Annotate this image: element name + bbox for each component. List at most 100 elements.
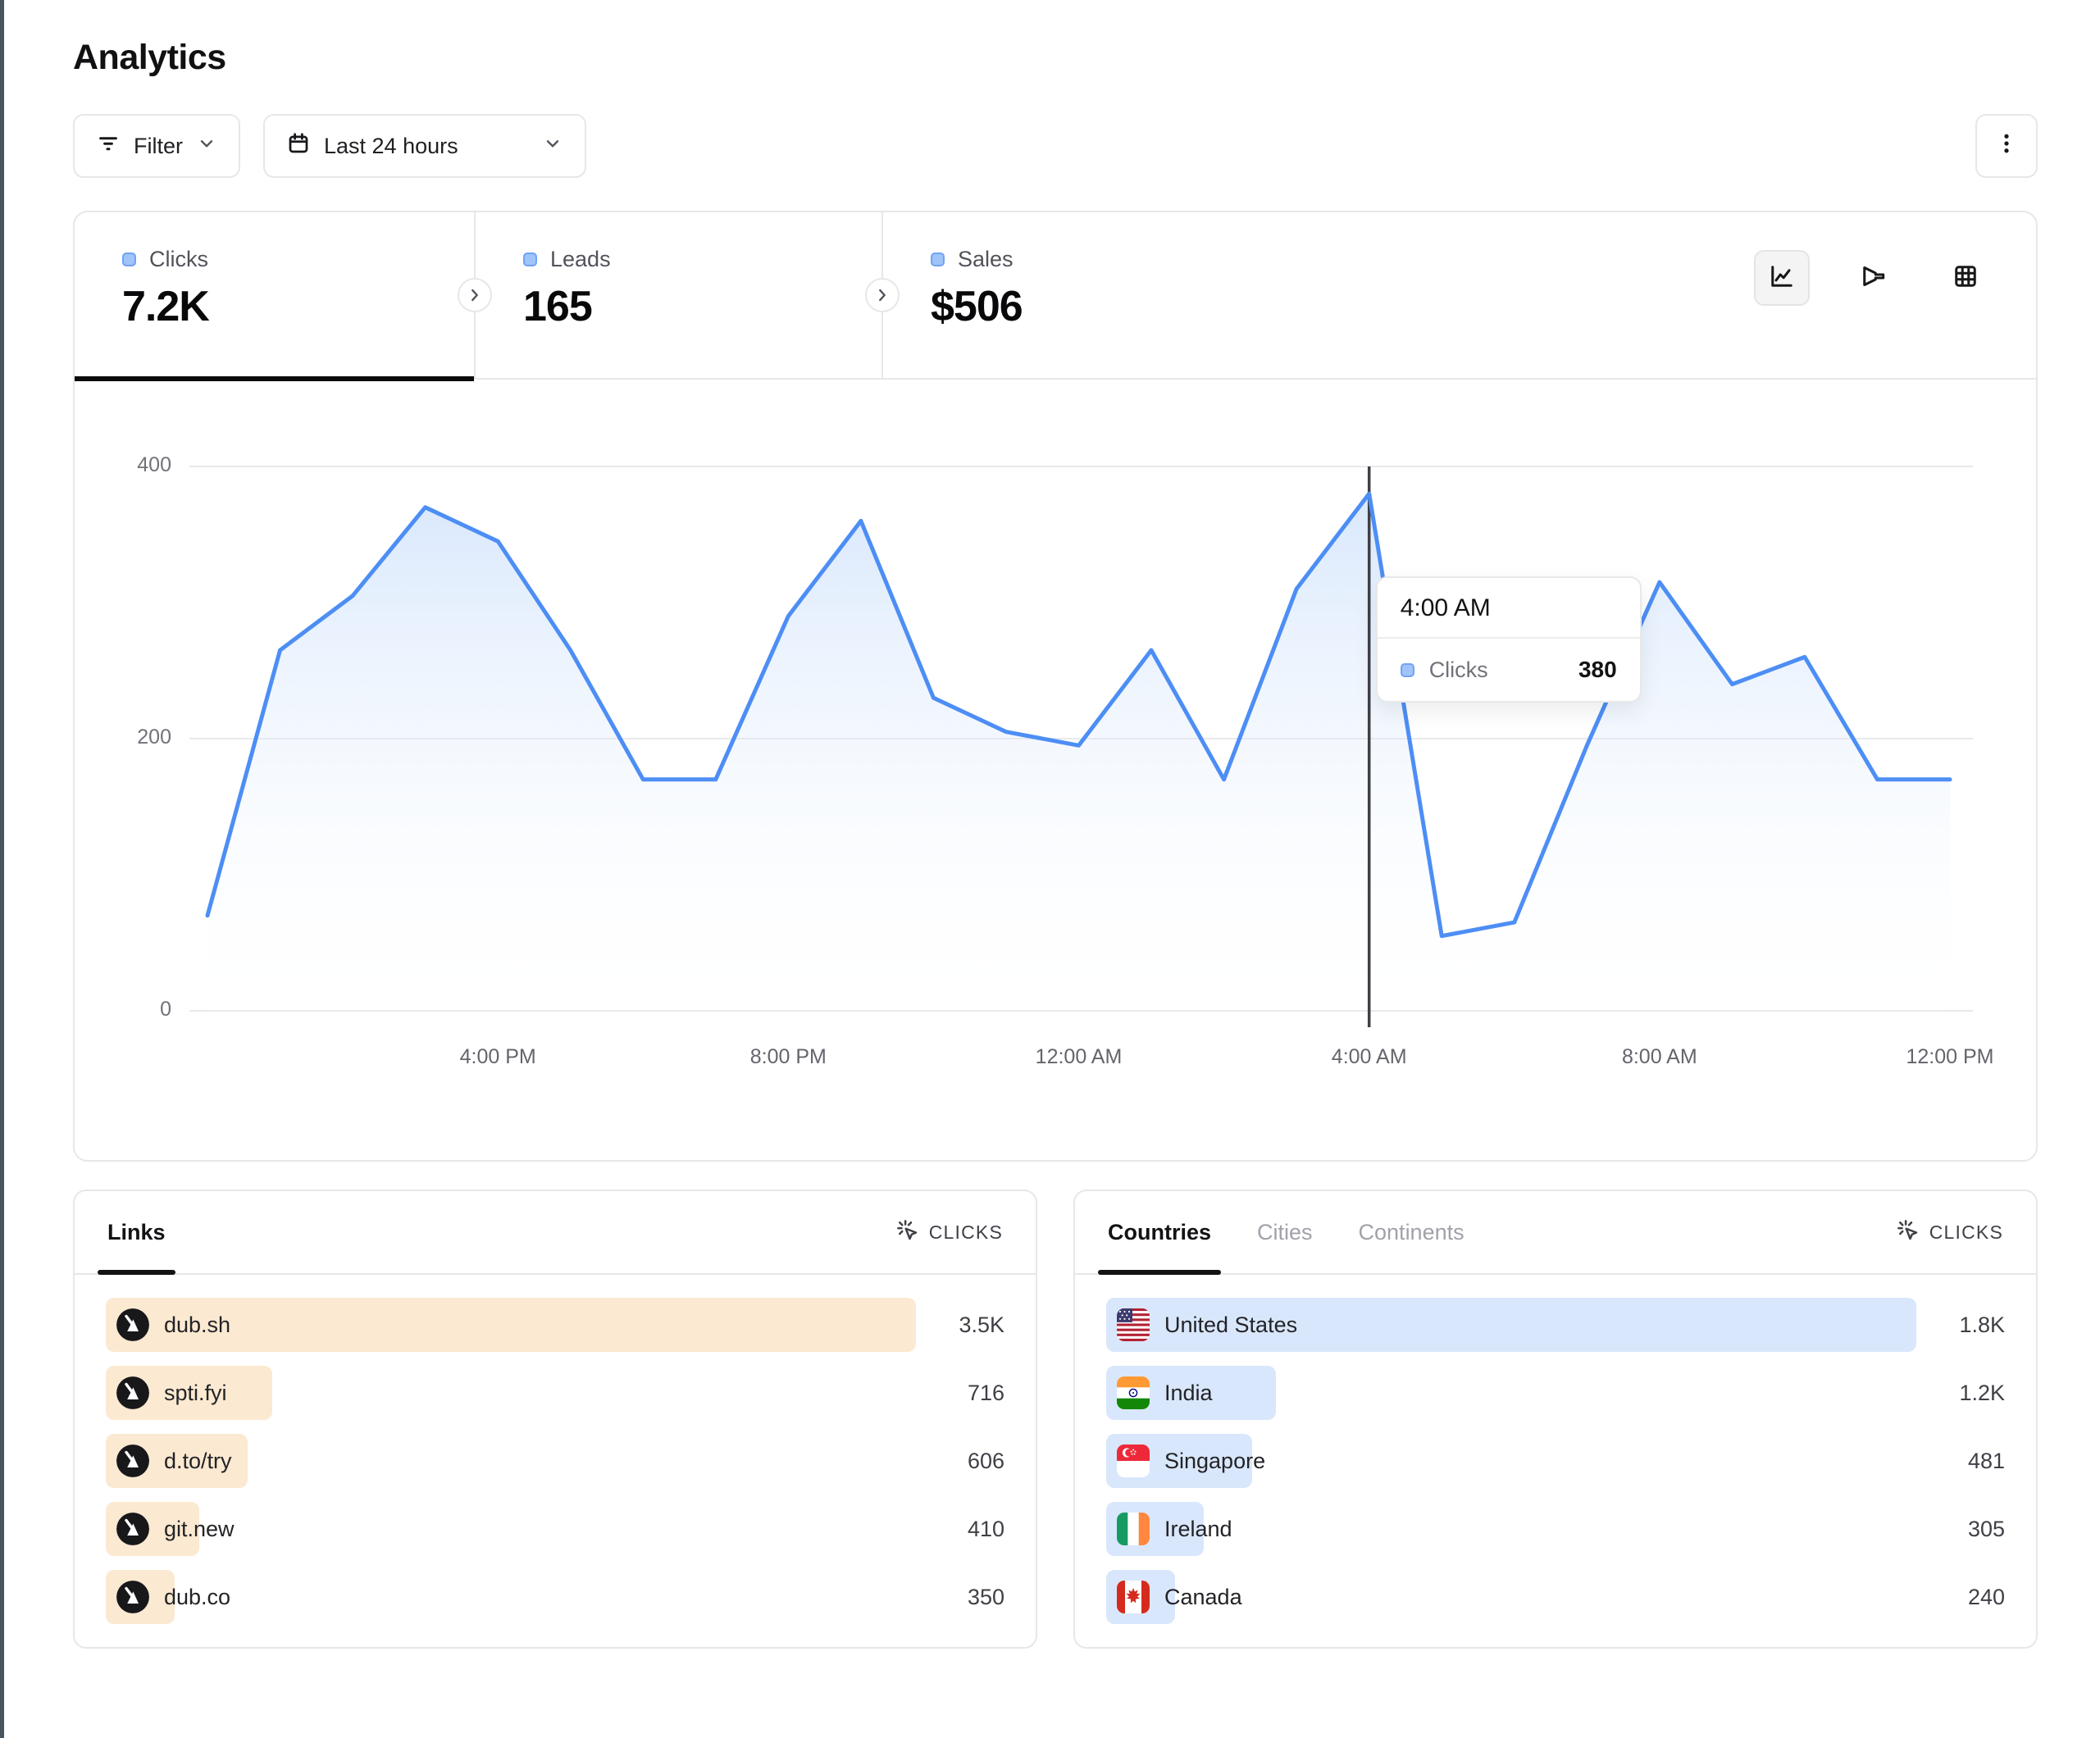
dub-logo-icon	[116, 1308, 149, 1341]
links-metric-toggle[interactable]: CLICKS	[895, 1217, 1003, 1247]
item-value: 410	[916, 1517, 1004, 1542]
sales-label: Sales	[958, 247, 1014, 272]
item-value: 3.5K	[916, 1313, 1004, 1338]
date-range-label: Last 24 hours	[324, 134, 458, 159]
item-label: India	[1164, 1381, 1213, 1406]
countries-panel: Countries Cities Continents CLICKS Unite…	[1073, 1190, 2038, 1649]
more-options-button[interactable]	[1975, 114, 2038, 178]
clicks-area-chart[interactable]	[189, 445, 1973, 1032]
item-value: 350	[916, 1585, 1004, 1610]
list-item[interactable]: Singapore 481	[1106, 1434, 2005, 1488]
tooltip-series-marker	[1401, 663, 1414, 677]
x-axis-tick: 8:00 AM	[1622, 1045, 1697, 1069]
filter-button-label: Filter	[134, 134, 183, 159]
item-value: 606	[916, 1449, 1004, 1474]
tab-continents[interactable]: Continents	[1359, 1191, 1465, 1273]
dub-logo-icon	[116, 1376, 149, 1409]
item-label: dub.co	[164, 1585, 230, 1610]
chevron-down-icon	[542, 133, 563, 160]
cursor-click-icon	[1895, 1217, 1920, 1247]
tab-leads[interactable]: Leads 165	[474, 212, 881, 378]
item-value: 305	[1916, 1517, 2005, 1542]
tab-countries[interactable]: Countries	[1108, 1191, 1211, 1273]
clicks-label: Clicks	[149, 247, 208, 272]
tab-clicks[interactable]: Clicks 7.2K	[75, 212, 474, 378]
y-axis-tick: 400	[75, 453, 171, 477]
countries-metric-label: CLICKS	[1929, 1222, 2003, 1244]
line-chart-view-button[interactable]	[1754, 250, 1810, 306]
item-label: git.new	[164, 1517, 235, 1542]
chart-tooltip: 4:00 AM Clicks 380	[1376, 576, 1642, 703]
x-axis-tick: 4:00 PM	[460, 1045, 536, 1069]
list-item[interactable]: spti.fyi716	[106, 1366, 1004, 1420]
analytics-page: Analytics Filter	[4, 0, 2100, 1649]
dub-logo-icon	[116, 1445, 149, 1477]
sales-series-marker	[931, 253, 945, 266]
chevron-down-icon	[196, 133, 217, 160]
list-item[interactable]: Ireland 305	[1106, 1502, 2005, 1556]
cursor-click-icon	[895, 1217, 919, 1247]
item-value: 481	[1916, 1449, 2005, 1474]
tooltip-series-name: Clicks	[1429, 657, 1488, 683]
page-title: Analytics	[73, 38, 2038, 78]
clicks-chart[interactable]: 400 200 0 4:00 PM 8:00 PM 12:00 AM 4:00 AM 8:0…	[75, 380, 2036, 1158]
tab-cities[interactable]: Cities	[1257, 1191, 1313, 1273]
tooltip-value: 380	[1578, 657, 1617, 683]
item-label: d.to/try	[164, 1449, 232, 1474]
funnel-view-button[interactable]	[1846, 250, 1902, 306]
item-label: dub.sh	[164, 1313, 230, 1338]
dub-logo-icon	[116, 1581, 149, 1613]
dub-logo-icon	[116, 1513, 149, 1545]
calendar-icon	[286, 131, 311, 162]
line-chart-icon	[1767, 262, 1797, 295]
tab-links[interactable]: Links	[107, 1191, 166, 1273]
x-axis-tick: 12:00 PM	[1906, 1045, 1993, 1069]
table-view-button[interactable]	[1938, 250, 1993, 306]
item-label: spti.fyi	[164, 1381, 227, 1406]
flag-icon	[1117, 1513, 1150, 1545]
list-item[interactable]: git.new 410	[106, 1502, 1004, 1556]
leads-value: 165	[523, 282, 881, 331]
list-item[interactable]: d.to/try 606	[106, 1434, 1004, 1488]
filter-button[interactable]: Filter	[73, 114, 240, 178]
item-label: Canada	[1164, 1585, 1242, 1610]
item-label: United States	[1164, 1313, 1297, 1338]
x-axis-tick: 8:00 PM	[750, 1045, 827, 1069]
leads-series-marker	[523, 253, 537, 266]
expand-leads-button[interactable]	[458, 278, 492, 312]
list-item[interactable]: India 1.2K	[1106, 1366, 2005, 1420]
clicks-value: 7.2K	[122, 282, 474, 331]
item-label: Ireland	[1164, 1517, 1232, 1542]
list-item[interactable]: United States 1.8K	[1106, 1298, 2005, 1352]
analytics-chart-card: Clicks 7.2K Leads 165	[73, 211, 2038, 1162]
x-axis-tick: 12:00 AM	[1036, 1045, 1123, 1069]
item-value: 240	[1916, 1585, 2005, 1610]
list-item[interactable]: Canada 240	[1106, 1570, 2005, 1624]
toolbar: Filter Last 24 hours	[73, 114, 2038, 178]
grid-icon	[1951, 262, 1980, 295]
expand-sales-button[interactable]	[865, 278, 900, 312]
tooltip-time: 4:00 AM	[1378, 578, 1640, 639]
leads-label: Leads	[550, 247, 611, 272]
date-range-button[interactable]: Last 24 hours	[263, 114, 586, 178]
item-value: 1.8K	[1916, 1313, 2005, 1338]
item-value: 1.2K	[1916, 1381, 2005, 1406]
links-panel: Links CLICKS dub.sh 3.5K spti.fyi716 d.to/t…	[73, 1190, 1037, 1649]
links-metric-label: CLICKS	[929, 1222, 1003, 1244]
flag-icon	[1117, 1581, 1150, 1613]
chart-view-switcher	[1754, 250, 1993, 306]
stats-row: Clicks 7.2K Leads 165	[75, 212, 2036, 380]
list-item[interactable]: dub.sh 3.5K	[106, 1298, 1004, 1352]
area-fill	[207, 494, 1950, 1011]
y-axis-tick: 0	[75, 998, 171, 1021]
flag-icon	[1117, 1376, 1150, 1409]
filter-icon	[96, 131, 121, 162]
kebab-icon	[1994, 131, 2019, 162]
x-axis-tick: 4:00 AM	[1332, 1045, 1407, 1069]
item-label: Singapore	[1164, 1449, 1265, 1474]
clicks-series-marker	[122, 253, 136, 266]
countries-metric-toggle[interactable]: CLICKS	[1895, 1217, 2003, 1247]
flag-icon	[1117, 1308, 1150, 1341]
list-item[interactable]: dub.co 350	[106, 1570, 1004, 1624]
y-axis-tick: 200	[75, 726, 171, 749]
